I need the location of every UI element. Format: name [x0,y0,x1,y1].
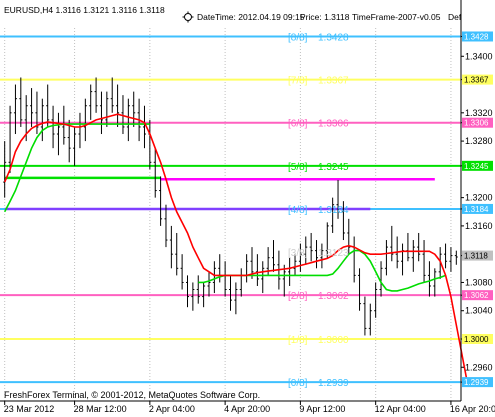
price-tag-label: 1.3062 [464,291,489,300]
murrey-level-labels: [8/8] 1.3428 [7/8] 1.3367 [6/8] 1.3306 [5/8] 1.… [288,32,349,389]
price-tick-label: 1.3080 [465,277,493,287]
murrey-level-name: [4/8] [288,205,308,216]
price-tag-label: 1.3428 [464,32,489,41]
copyright-footer: FreshForex Terminal, © 2001-2012, MetaQu… [4,390,260,400]
indicator-name-truncated: Def [448,12,462,22]
murrey-level-value: 1.3367 [318,76,349,87]
price-tick-label: 1.3280 [465,136,493,146]
time-tick-label: 4 Apr 20:00 [224,404,270,414]
murrey-level-name: [0/8] [288,378,308,389]
price-tag-label: 1.3245 [464,162,489,171]
time-tick-label: 16 Apr 20:00 [450,404,495,414]
murrey-level-value: 1.3000 [318,335,349,346]
chart-window[interactable]: [8/8] 1.3428 [7/8] 1.3367 [6/8] 1.3306 [5/8] 1.… [0,0,495,417]
price-tick-label: 1.3320 [465,108,493,118]
price-tick-label: 1.3040 [465,306,493,316]
murrey-level-name: [8/8] [288,32,308,43]
murrey-level-value: 1.3062 [318,291,349,302]
price-tick-label: 1.3160 [465,221,493,231]
price-tag-label: 1.3000 [464,335,489,344]
price-tag-label: 1.3184 [464,205,489,214]
price-readout: Price: 1.3118 [300,12,350,22]
murrey-level-name: [2/8] [288,291,308,302]
murrey-level-name: [3/8] [288,248,308,259]
murrey-level-value: 1.3245 [318,162,349,173]
time-tick-label: 12 Apr 04:00 [375,404,426,414]
time-tick-label: 28 Mar 12:00 [74,404,127,414]
time-tick-label: 9 Apr 12:00 [299,404,345,414]
price-tag-label: 1.3367 [464,76,489,85]
time-tick-label: 23 Mar 2012 [4,404,55,414]
murrey-level-value: 1.3306 [318,119,349,130]
murrey-level-value: 1.3428 [318,32,349,43]
murrey-level-name: [1/8] [288,335,308,346]
price-tick-label: 1.3400 [465,51,493,61]
price-tag-label: 1.3306 [464,119,489,128]
price-tick-label: 1.2960 [465,362,493,372]
murrey-level-name: [6/8] [288,119,308,130]
timeframe-readout: TimeFrame-2007-v0.05 [352,12,441,22]
murrey-level-value: 1.3184 [318,205,349,216]
price-tag-label: 1.3118 [464,252,488,261]
murrey-level-name: [7/8] [288,76,308,87]
price-chart[interactable]: [8/8] 1.3428 [7/8] 1.3367 [6/8] 1.3306 [5/8] 1.… [0,0,495,417]
time-tick-label: 2 Apr 04:00 [149,404,195,414]
price-tick-label: 1.3200 [465,193,493,203]
symbol-info: EURUSD,H4 1.3116 1.3121 1.3116 1.3118 [4,5,165,15]
murrey-level-value: 1.2939 [318,378,349,389]
murrey-level-name: [5/8] [288,162,308,173]
datetime-readout: DateTime: 2012.04.19 09:15 [197,12,305,22]
murrey-level-value: 1.3123 [318,248,349,259]
price-tag-label: 1.2939 [464,378,489,387]
